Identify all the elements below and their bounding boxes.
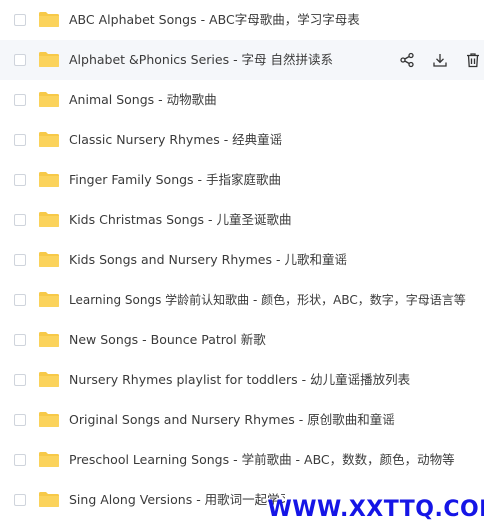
folder-icon (38, 11, 60, 28)
row-checkbox[interactable] (14, 14, 26, 26)
list-item[interactable]: Classic Nursery Rhymes - 经典童谣 (0, 120, 484, 160)
list-item[interactable]: Alphabet &Phonics Series - 字母 自然拼读系 (0, 40, 484, 80)
folder-icon (38, 251, 60, 268)
folder-name[interactable]: Animal Songs - 动物歌曲 (69, 92, 217, 108)
file-list: ABC Alphabet Songs - ABC字母歌曲，学习字母表 Alpha… (0, 0, 484, 529)
share-icon[interactable] (398, 51, 416, 69)
row-checkbox[interactable] (14, 174, 26, 186)
row-checkbox[interactable] (14, 254, 26, 266)
row-checkbox[interactable] (14, 94, 26, 106)
folder-icon (38, 211, 60, 228)
row-checkbox[interactable] (14, 374, 26, 386)
folder-icon (38, 131, 60, 148)
row-checkbox[interactable] (14, 334, 26, 346)
row-checkbox[interactable] (14, 134, 26, 146)
folder-name[interactable]: Alphabet &Phonics Series - 字母 自然拼读系 (69, 52, 333, 68)
list-item[interactable]: Finger Family Songs - 手指家庭歌曲 (0, 160, 484, 200)
folder-name[interactable]: Learning Songs 学龄前认知歌曲 - 颜色，形状，ABC，数字，字母… (69, 292, 466, 308)
folder-icon (38, 451, 60, 468)
folder-name[interactable]: Classic Nursery Rhymes - 经典童谣 (69, 132, 282, 148)
list-item[interactable]: New Songs - Bounce Patrol 新歌 (0, 320, 484, 360)
folder-icon (38, 411, 60, 428)
row-checkbox[interactable] (14, 494, 26, 506)
list-item[interactable]: Animal Songs - 动物歌曲 (0, 80, 484, 120)
row-checkbox[interactable] (14, 294, 26, 306)
row-checkbox[interactable] (14, 414, 26, 426)
list-item[interactable]: ABC Alphabet Songs - ABC字母歌曲，学习字母表 (0, 0, 484, 40)
row-checkbox[interactable] (14, 214, 26, 226)
folder-name[interactable]: New Songs - Bounce Patrol 新歌 (69, 332, 266, 348)
folder-icon (38, 371, 60, 388)
folder-icon (38, 171, 60, 188)
list-item[interactable]: Original Songs and Nursery Rhymes - 原创歌曲… (0, 400, 484, 440)
folder-name[interactable]: Nursery Rhymes playlist for toddlers - 幼… (69, 372, 410, 388)
folder-icon (38, 491, 60, 508)
list-item[interactable]: Kids Songs and Nursery Rhymes - 儿歌和童谣 (0, 240, 484, 280)
list-item[interactable]: Kids Christmas Songs - 儿童圣诞歌曲 (0, 200, 484, 240)
trash-icon[interactable] (464, 51, 482, 69)
row-checkbox[interactable] (14, 454, 26, 466)
list-item[interactable]: Learning Songs 学龄前认知歌曲 - 颜色，形状，ABC，数字，字母… (0, 280, 484, 320)
folder-name[interactable]: Sing Along Versions - 用歌词一起学习 (69, 492, 292, 508)
folder-name[interactable]: Kids Christmas Songs - 儿童圣诞歌曲 (69, 212, 292, 228)
folder-icon (38, 91, 60, 108)
folder-icon (38, 291, 60, 308)
folder-name[interactable]: ABC Alphabet Songs - ABC字母歌曲，学习字母表 (69, 12, 360, 28)
folder-name[interactable]: Finger Family Songs - 手指家庭歌曲 (69, 172, 281, 188)
list-item[interactable]: Preschool Learning Songs - 学前歌曲 - ABC，数数… (0, 440, 484, 480)
watermark-text: WWW.XXTTQ.COM (267, 496, 484, 522)
row-checkbox[interactable] (14, 54, 26, 66)
folder-name[interactable]: Kids Songs and Nursery Rhymes - 儿歌和童谣 (69, 252, 347, 268)
row-actions (383, 40, 484, 80)
folder-icon (38, 51, 60, 68)
watermark: WWW.XXTTQ.COM (267, 489, 484, 529)
download-icon[interactable] (431, 51, 449, 69)
list-item[interactable]: Nursery Rhymes playlist for toddlers - 幼… (0, 360, 484, 400)
folder-icon (38, 331, 60, 348)
folder-name[interactable]: Preschool Learning Songs - 学前歌曲 - ABC，数数… (69, 452, 455, 468)
folder-name[interactable]: Original Songs and Nursery Rhymes - 原创歌曲… (69, 412, 395, 428)
